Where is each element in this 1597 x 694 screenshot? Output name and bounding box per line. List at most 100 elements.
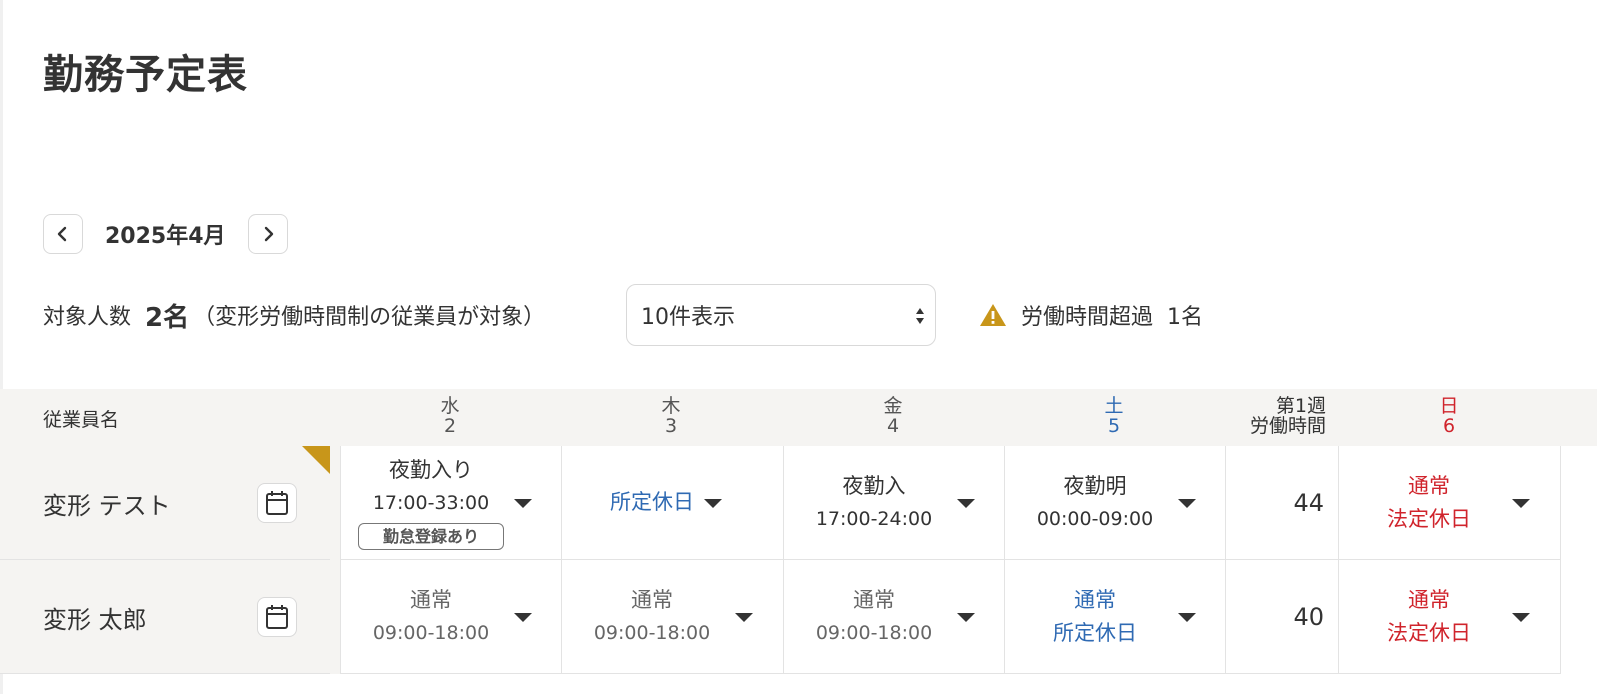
week-hours-cell: 40 xyxy=(1226,560,1339,674)
shift-text: 通常 09:00-18:00 xyxy=(784,584,964,650)
caret-down-icon[interactable] xyxy=(1512,499,1530,508)
weekday-label: 金 xyxy=(883,395,903,417)
shift-cell[interactable]: 夜勤入 17:00-24:00 xyxy=(784,446,1005,560)
week-header-line1: 第1週 xyxy=(1275,395,1326,417)
caret-down-icon[interactable] xyxy=(1178,499,1196,508)
employee-cell: 変形 テスト xyxy=(0,446,330,560)
caret-down-icon[interactable] xyxy=(957,613,975,622)
week-hours: 40 xyxy=(1293,603,1324,631)
table-header: 従業員名 水 2 木 3 金 4 土 5 第1週 労働時間 日 6 xyxy=(0,389,1597,446)
page-size-value: 10件表示 xyxy=(641,305,735,330)
holiday-type: 法定休日 xyxy=(1387,621,1471,645)
shift-type: 夜勤明 xyxy=(1063,474,1127,498)
shift-text: 夜勤入り 17:00-33:00 xyxy=(341,454,521,520)
target-count: 対象人数 2名 （変形労働時間制の従業員が対象） xyxy=(43,284,545,346)
shift-time: 09:00-18:00 xyxy=(815,622,933,644)
warning-count: 1名 xyxy=(1167,305,1204,330)
chevron-left-icon xyxy=(57,226,67,242)
weekday-label: 木 xyxy=(661,395,681,417)
chevron-right-icon xyxy=(264,226,273,242)
shift-text: 夜勤入 17:00-24:00 xyxy=(784,470,964,536)
next-month-button[interactable] xyxy=(247,214,288,254)
employee-name-header: 従業員名 xyxy=(43,409,120,431)
shift-time: 17:00-24:00 xyxy=(815,508,933,530)
prev-month-button[interactable] xyxy=(43,214,83,254)
warning-triangle-icon xyxy=(980,304,1006,326)
date-label: 5 xyxy=(1107,415,1121,437)
shift-text: 通常 法定休日 xyxy=(1339,470,1519,536)
row-gap xyxy=(330,560,340,674)
weekday-label: 日 xyxy=(1439,395,1459,417)
weekday-label: 土 xyxy=(1104,395,1124,417)
employee-name: 変形 テスト xyxy=(43,492,171,520)
shift-time: 17:00-33:00 xyxy=(372,492,490,514)
employee-name: 変形 太郎 xyxy=(43,606,147,634)
page-title: 勤務予定表 xyxy=(43,52,248,98)
target-count-value: 2名 xyxy=(145,302,190,333)
page-size-select[interactable]: 10件表示 xyxy=(626,284,936,346)
shift-type: 通常 xyxy=(1074,588,1116,612)
week-hours: 44 xyxy=(1293,489,1324,517)
caret-down-icon[interactable] xyxy=(735,613,753,622)
target-count-note: （変形労働時間制の従業員が対象） xyxy=(193,305,546,330)
shift-time: 09:00-18:00 xyxy=(593,622,711,644)
shift-type: 通常 xyxy=(410,588,452,612)
shift-text: 通常 09:00-18:00 xyxy=(562,584,742,650)
shift-cell[interactable]: 夜勤入り 17:00-33:00 勤怠登録あり xyxy=(340,446,562,560)
calendar-button[interactable] xyxy=(257,483,297,523)
caret-down-icon[interactable] xyxy=(957,499,975,508)
date-label: 3 xyxy=(664,415,678,437)
caret-down-icon[interactable] xyxy=(514,499,532,508)
date-label: 6 xyxy=(1442,415,1456,437)
schedule-table: 従業員名 水 2 木 3 金 4 土 5 第1週 労働時間 日 6 変形 テスト xyxy=(0,389,1597,694)
table-row: 変形 太郎 通常 09:00-18:00 通常 09:00-18:00 通常 0… xyxy=(0,560,1597,674)
week-header-line2: 労働時間 xyxy=(1249,415,1326,437)
shift-type: 通常 xyxy=(1408,588,1450,612)
row-gap xyxy=(330,446,340,560)
warning-flag xyxy=(302,446,330,474)
current-month: 2025年4月 xyxy=(105,224,226,249)
day-header-sun: 日 6 xyxy=(1389,396,1509,436)
shift-cell[interactable]: 通常 09:00-18:00 xyxy=(784,560,1005,674)
date-label: 4 xyxy=(886,415,900,437)
day-header-fri: 金 4 xyxy=(833,396,953,436)
calendar-button[interactable] xyxy=(257,597,297,637)
shift-time: 00:00-09:00 xyxy=(1036,508,1154,530)
overtime-warning: 労働時間超過 1名 xyxy=(979,284,1203,346)
month-navigation: 2025年4月 xyxy=(43,213,288,255)
date-label: 2 xyxy=(443,415,457,437)
shift-cell-sunday[interactable]: 通常 法定休日 xyxy=(1339,446,1561,560)
warning-label: 労働時間超過 xyxy=(1021,305,1154,330)
holiday-type: 法定休日 xyxy=(1387,507,1471,531)
shift-cell[interactable]: 通常 09:00-18:00 xyxy=(340,560,562,674)
shift-type: 通常 xyxy=(853,588,895,612)
shift-text: 夜勤明 00:00-09:00 xyxy=(1005,470,1185,536)
shift-type: 通常 xyxy=(631,588,673,612)
shift-text: 通常 09:00-18:00 xyxy=(341,584,521,650)
caret-down-icon[interactable] xyxy=(1512,613,1530,622)
day-header-thu: 木 3 xyxy=(611,396,731,436)
shift-cell-sunday[interactable]: 通常 法定休日 xyxy=(1339,560,1561,674)
week-hours-cell: 44 xyxy=(1226,446,1339,560)
caret-down-icon[interactable] xyxy=(1178,613,1196,622)
shift-text: 通常 法定休日 xyxy=(1339,584,1519,650)
table-row: 変形 テスト 夜勤入り 17:00-33:00 勤怠登録あり 所定休日 夜勤入 … xyxy=(0,446,1597,560)
calendar-icon xyxy=(266,605,288,629)
week-hours-header: 第1週 労働時間 xyxy=(1220,396,1326,436)
caret-down-icon[interactable] xyxy=(514,613,532,622)
caret-down-icon[interactable] xyxy=(704,499,722,508)
employee-cell: 変形 太郎 xyxy=(0,560,330,674)
select-arrows-icon xyxy=(916,308,924,324)
shift-cell[interactable]: 所定休日 xyxy=(562,446,784,560)
shift-text: 通常 所定休日 xyxy=(1005,584,1185,650)
target-count-label: 対象人数 xyxy=(43,305,132,330)
shift-time: 09:00-18:00 xyxy=(372,622,490,644)
day-header-sat: 土 5 xyxy=(1054,396,1174,436)
shift-cell[interactable]: 通常 所定休日 xyxy=(1005,560,1226,674)
shift-cell[interactable]: 夜勤明 00:00-09:00 xyxy=(1005,446,1226,560)
shift-cell[interactable]: 通常 09:00-18:00 xyxy=(562,560,784,674)
day-header-wed: 水 2 xyxy=(390,396,510,436)
shift-type: 夜勤入 xyxy=(842,474,906,498)
attendance-badge: 勤怠登録あり xyxy=(358,523,504,550)
holiday-type: 所定休日 xyxy=(1053,621,1137,645)
